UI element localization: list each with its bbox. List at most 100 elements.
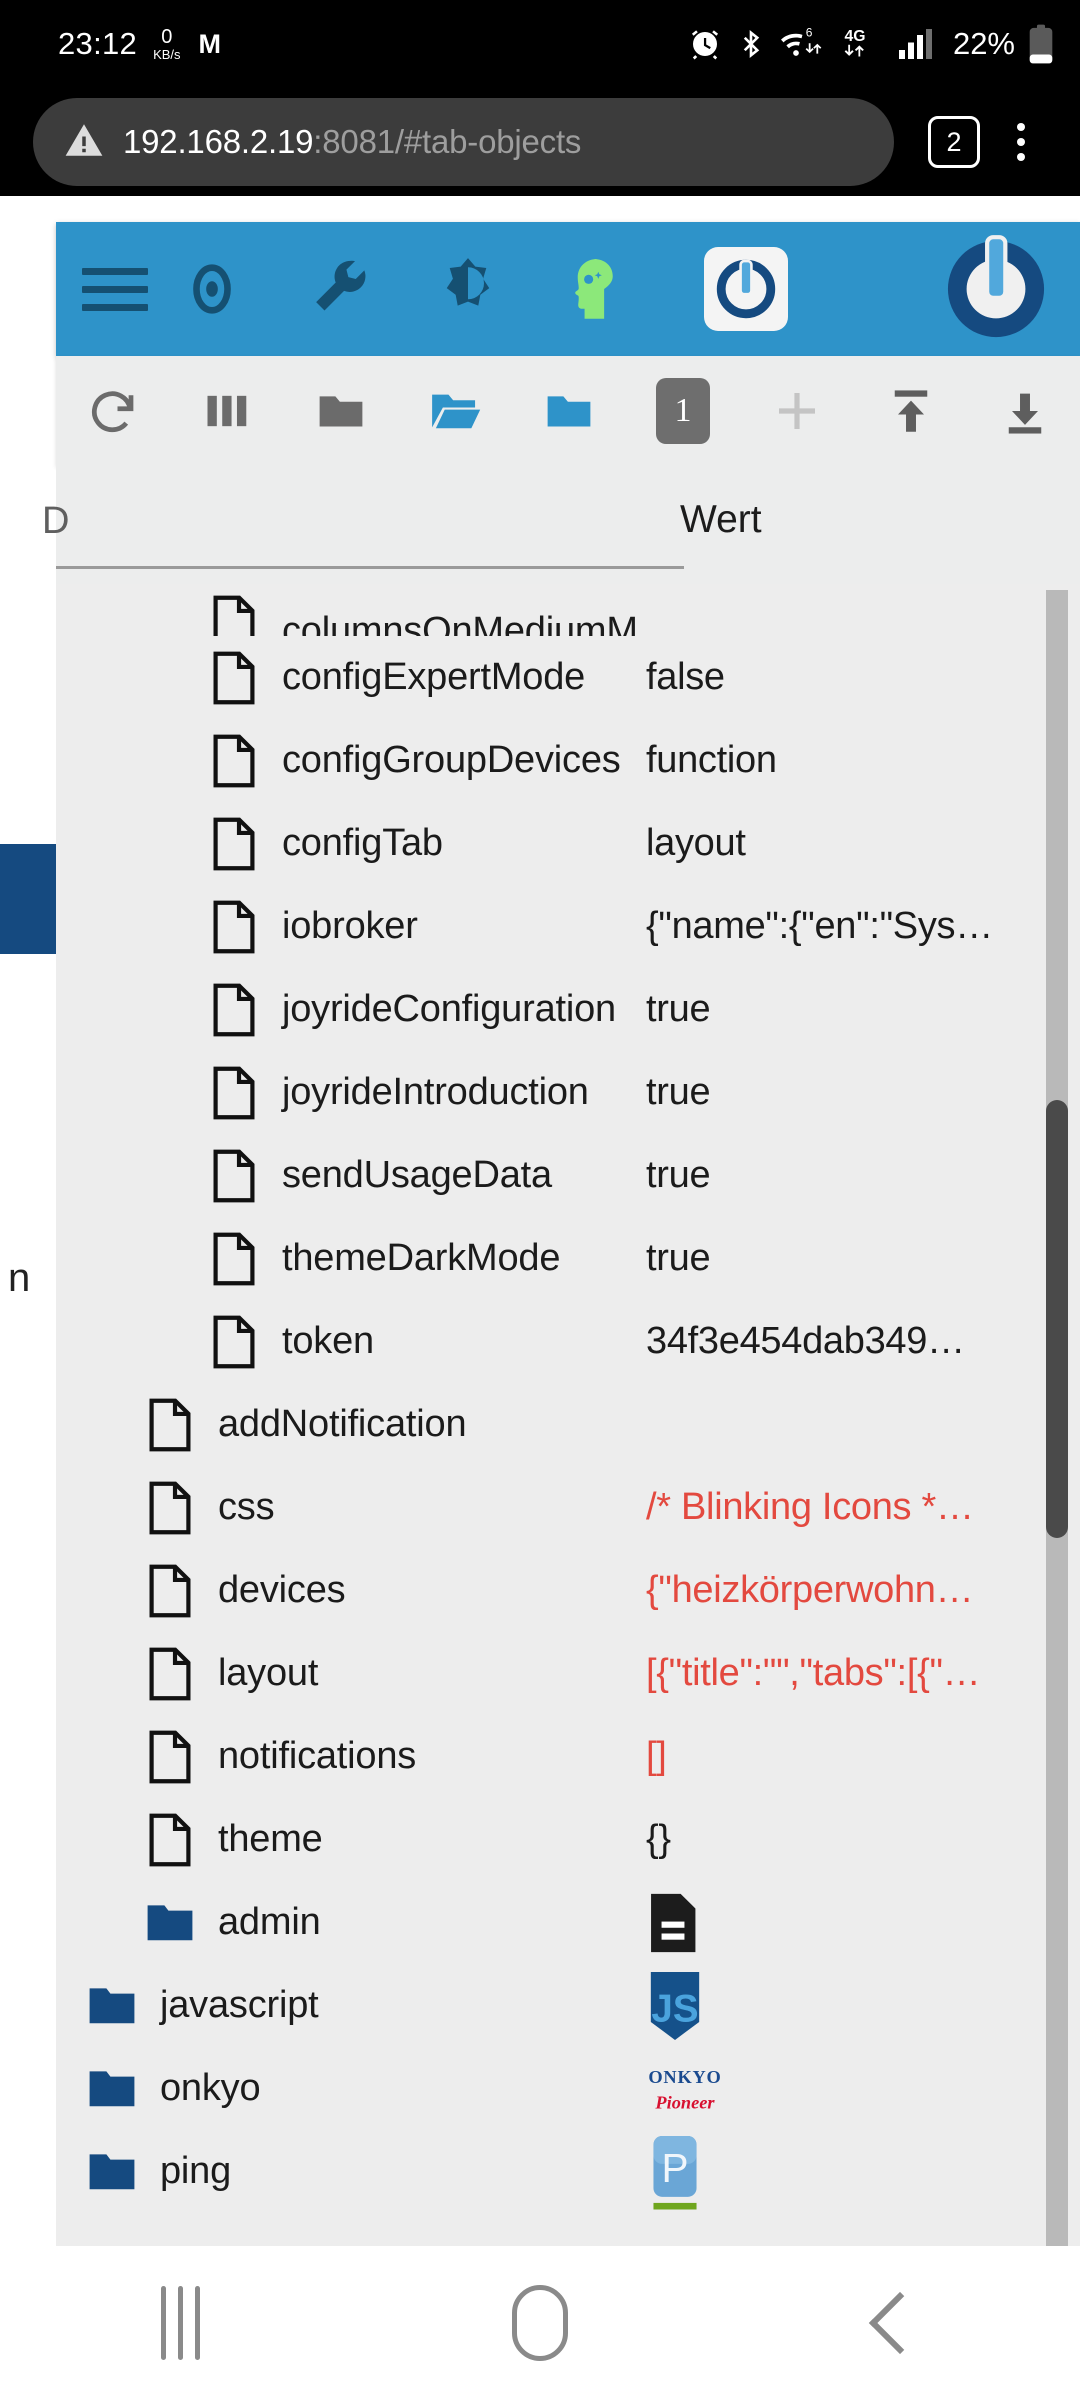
depth-level-value: 1 [656,378,710,444]
document-icon[interactable] [208,733,260,789]
import-icon[interactable] [854,384,968,438]
tree-folder-row[interactable]: admin [56,1881,1080,1964]
wrench-icon[interactable] [276,258,404,320]
document-icon[interactable] [208,1231,260,1287]
iobroker-logo-icon[interactable] [940,233,1052,345]
svg-text:6: 6 [806,26,813,40]
tree-state-row[interactable]: configTab layout [56,802,1080,885]
refresh-icon[interactable] [56,384,170,438]
tree-row-value: {"heizkörperwohn… [646,1569,974,1611]
document-icon[interactable] [208,650,260,706]
status-bar-right: 6 4G 22% [687,23,1054,65]
objects-tree: columnsOnMediumM... configExpertMode fals… [56,584,1080,2246]
objects-tree-rows: columnsOnMediumM... configExpertMode fals… [56,584,1080,2213]
document-icon[interactable] [208,982,260,1038]
tree-state-row[interactable]: themeDarkMode true [56,1217,1080,1300]
home-icon[interactable] [360,2285,720,2361]
app-header-icon-group [148,247,940,331]
tree-row-value: {"name":{"en":"Sys… [646,905,993,947]
hamburger-menu-icon[interactable] [82,267,148,311]
tree-row-label: joyrideIntroduction [282,1071,589,1113]
iobroker-logo-square-icon[interactable] [704,247,788,331]
tree-state-row[interactable]: configExpertMode false [56,636,1080,719]
tree-row-label: addNotification [218,1403,467,1445]
tree-folder-row[interactable]: onkyo ONKYO Pioneer [56,2047,1080,2130]
folder-icon[interactable] [144,1903,196,1943]
admin-adapter-icon [646,1892,700,1954]
document-icon[interactable] [208,594,260,636]
tree-state-row[interactable]: iobroker {"name":{"en":"Sys… [56,885,1080,968]
tree-state-row[interactable]: css /* Blinking Icons *… [56,1466,1080,1549]
tree-row-value: true [646,1071,711,1113]
tree-state-row[interactable]: layout [{"title":"","tabs":[{"… [56,1632,1080,1715]
document-icon[interactable] [144,1646,196,1702]
battery-icon [1028,23,1054,65]
document-icon[interactable] [208,1065,260,1121]
tree-state-row[interactable]: columnsOnMediumM... [56,584,1080,636]
warning-triangle-icon[interactable] [63,119,105,166]
add-icon[interactable] [740,384,854,438]
tree-state-row[interactable]: theme {} [56,1798,1080,1881]
battery-percent-label: 22% [952,26,1015,61]
tree-state-row[interactable]: sendUsageData true [56,1134,1080,1217]
collapse-all-folder-icon[interactable] [284,384,398,438]
tree-row-value: true [646,1237,711,1279]
app-notification-icon: M [198,28,222,59]
tree-row-label: layout [218,1652,319,1694]
expand-folder-icon[interactable] [512,384,626,438]
tree-row-label: iobroker [282,905,418,947]
tree-state-row[interactable]: addNotification [56,1383,1080,1466]
tree-row-label: admin [218,1901,321,1943]
document-icon[interactable] [144,1480,196,1536]
tree-state-row[interactable]: joyrideConfiguration true [56,968,1080,1051]
columns-icon[interactable] [170,385,284,437]
tree-row-label: columnsOnMediumM... [282,610,669,636]
document-icon[interactable] [208,1314,260,1370]
tree-row-label: css [218,1486,275,1528]
status-bar-clock: 23:12 [58,26,138,61]
column-header-value[interactable]: Wert [680,498,762,542]
folder-icon[interactable] [86,2069,138,2109]
eye-icon[interactable] [148,263,276,315]
onkyo-adapter-icon: ONKYO Pioneer [646,2060,724,2118]
contrast-icon[interactable] [404,257,532,321]
expand-all-folder-icon[interactable] [398,383,512,439]
tree-row-value: /* Blinking Icons *… [646,1486,974,1528]
back-icon[interactable] [720,2291,1080,2355]
tree-state-row[interactable]: configGroupDevices function [56,719,1080,802]
url-path: :8081/#tab-objects [313,123,582,160]
document-icon[interactable] [208,816,260,872]
export-icon[interactable] [968,384,1080,438]
document-icon[interactable] [208,1148,260,1204]
recents-icon[interactable] [0,2286,360,2360]
document-icon[interactable] [144,1812,196,1868]
tree-scrollbar-thumb[interactable] [1046,1100,1068,1538]
document-icon[interactable] [144,1729,196,1785]
depth-level-badge[interactable]: 1 [626,378,740,444]
url-host: 192.168.2.19 [123,123,314,160]
kebab-menu-icon[interactable] [992,123,1050,161]
svg-text:P: P [661,2145,688,2191]
column-header-id[interactable]: D [42,500,69,543]
tree-state-row[interactable]: devices {"heizkörperwohn… [56,1549,1080,1632]
tree-row-label: notifications [218,1735,417,1777]
javascript-adapter-icon: JS [646,1970,704,2042]
tree-folder-row[interactable]: javascript JS [56,1964,1080,2047]
folder-icon[interactable] [86,2152,138,2192]
tree-state-row[interactable]: joyrideIntroduction true [56,1051,1080,1134]
tree-state-row[interactable]: token 34f3e454dab349… [56,1300,1080,1383]
document-icon[interactable] [144,1397,196,1453]
tree-folder-row[interactable]: ping P [56,2130,1080,2213]
folder-icon[interactable] [86,1986,138,2026]
drawer-selected-indicator[interactable] [0,844,56,954]
url-text[interactable]: 192.168.2.19:8081/#tab-objects [123,123,581,161]
tab-count-button[interactable]: 2 [928,116,980,168]
head-intro-icon[interactable] [532,256,660,322]
svg-text:JS: JS [651,1987,698,2030]
url-input[interactable]: 192.168.2.19:8081/#tab-objects [33,98,894,186]
document-icon[interactable] [144,1563,196,1619]
tree-state-row[interactable]: notifications [] [56,1715,1080,1798]
tree-row-value: true [646,1154,711,1196]
document-icon[interactable] [208,899,260,955]
network-speed-indicator: 0 KB/s [153,27,180,61]
